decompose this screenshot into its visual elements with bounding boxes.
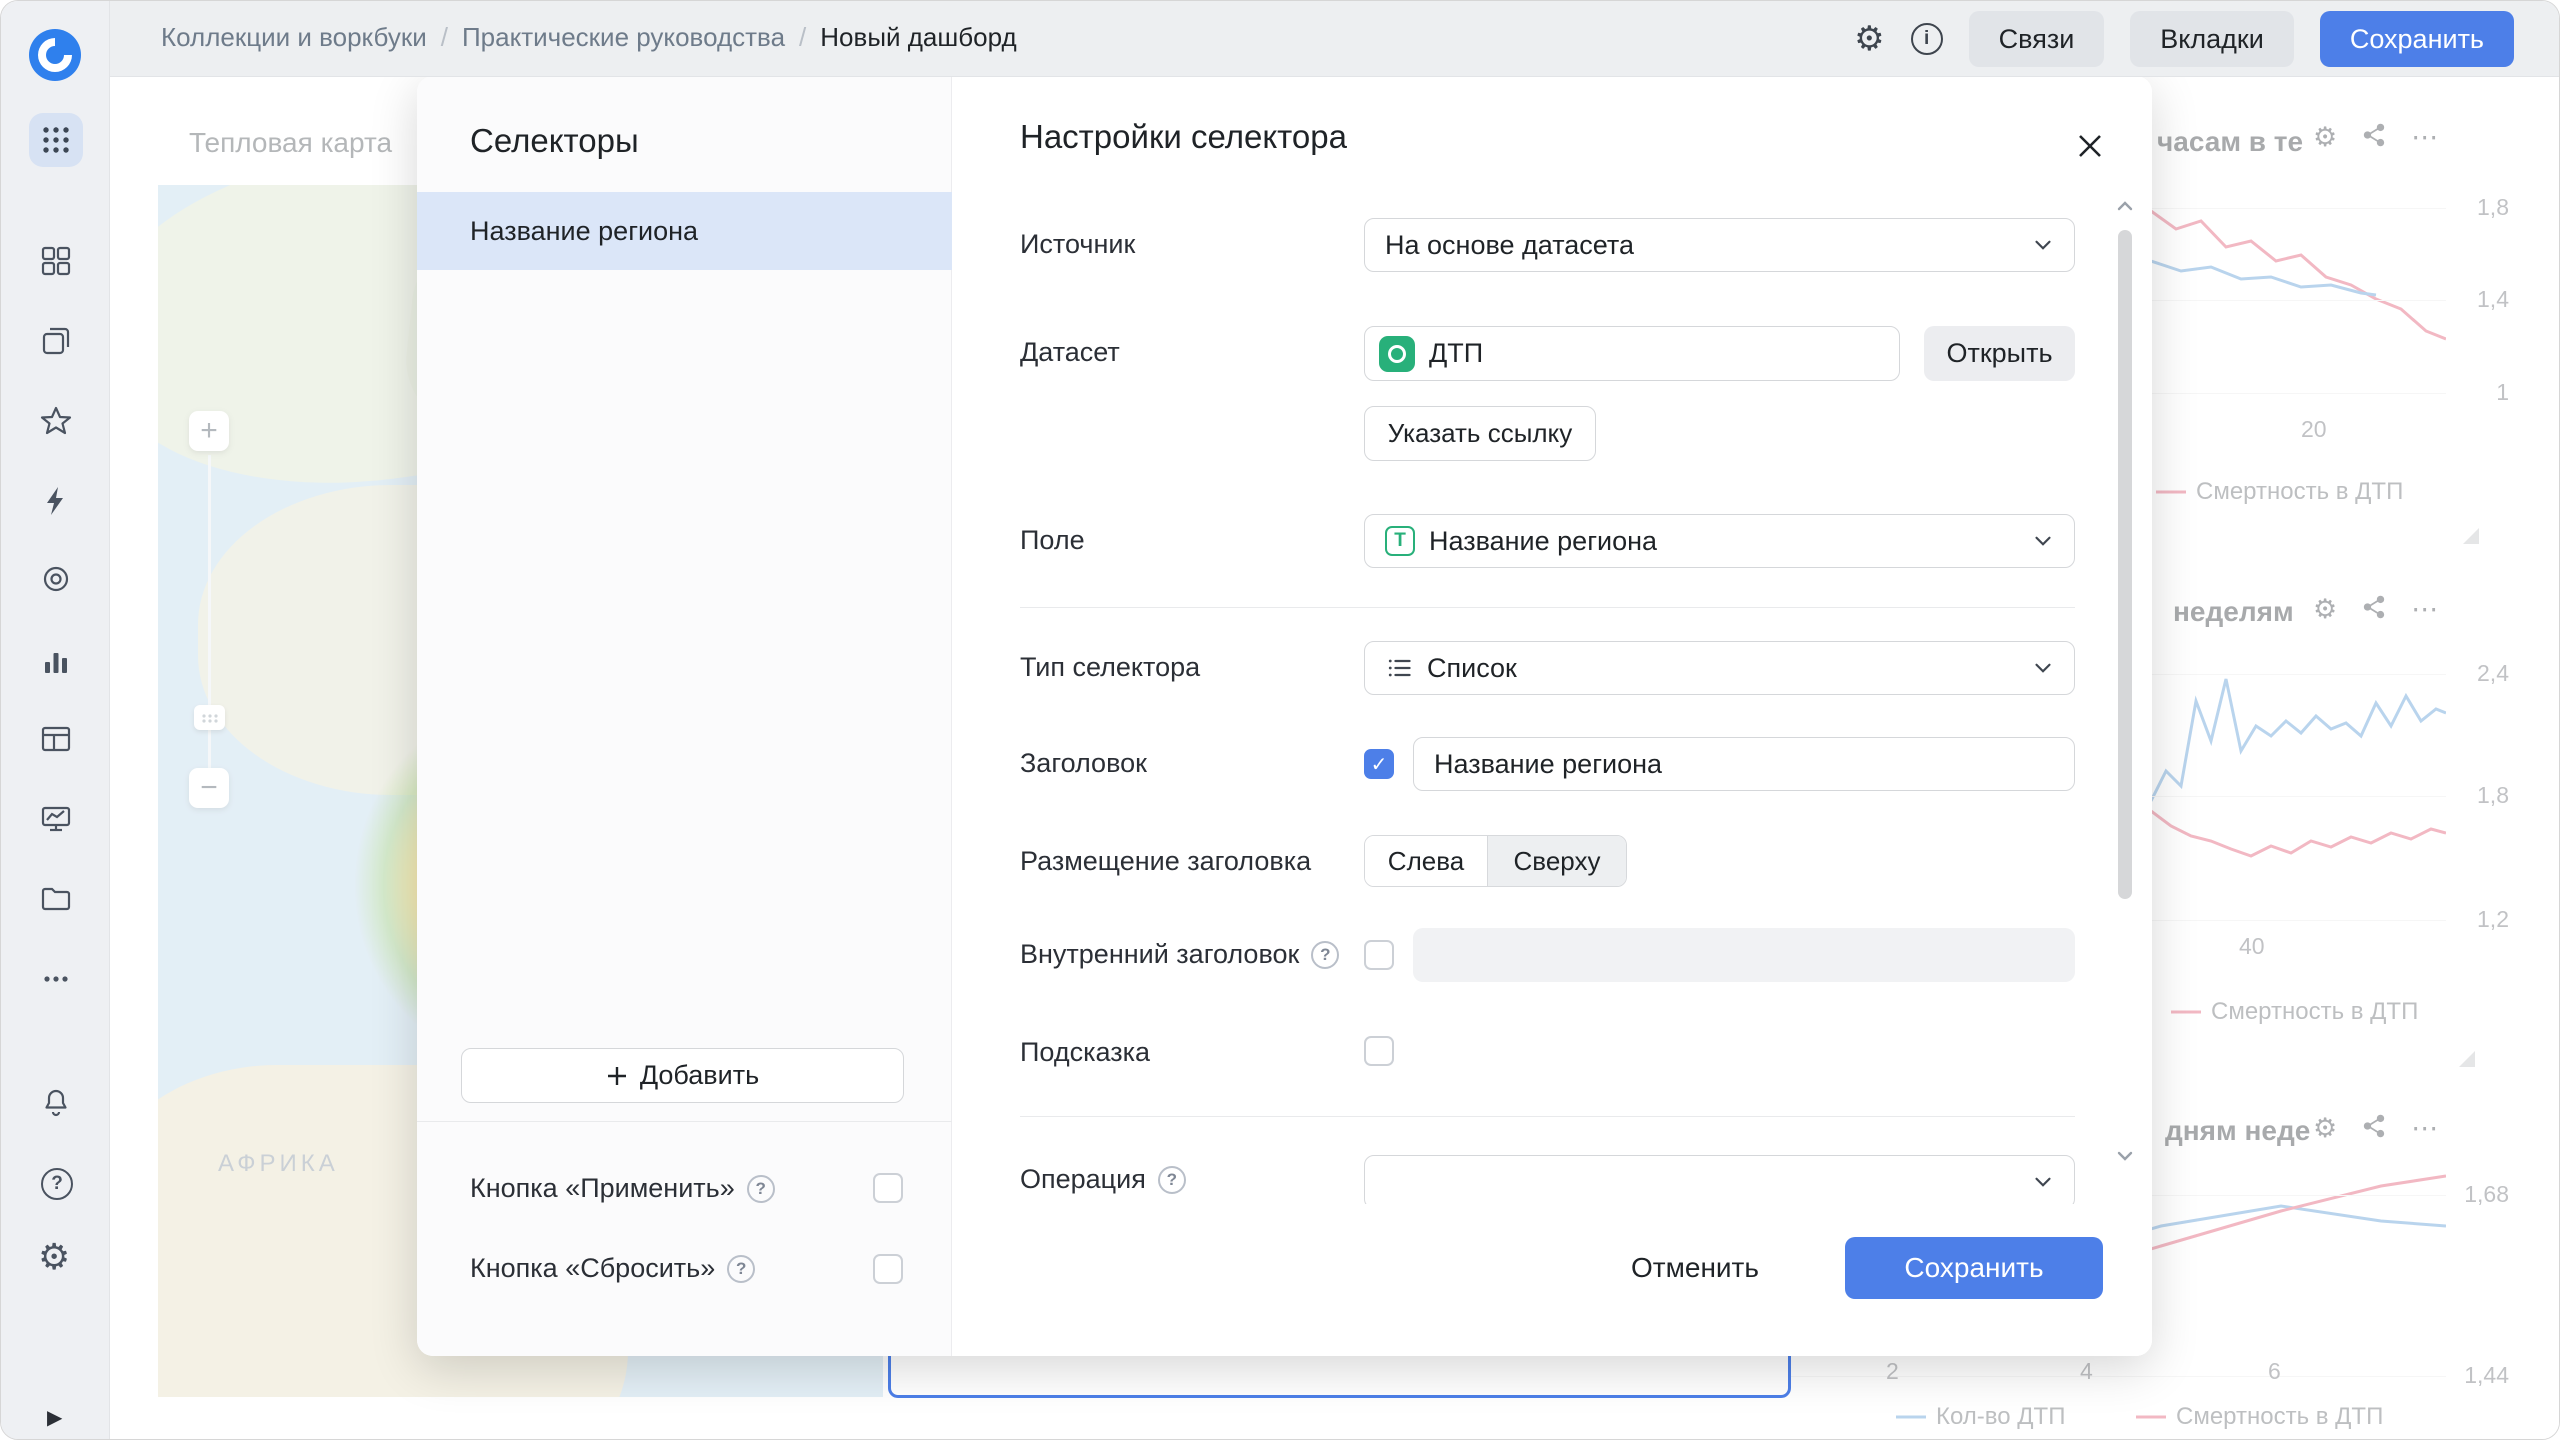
info-icon[interactable]: i — [1911, 23, 1943, 55]
divider — [1020, 607, 2075, 608]
title-input[interactable] — [1413, 737, 2075, 791]
chevron-down-icon — [2030, 1169, 2056, 1195]
breadcrumb-separator: / — [799, 22, 806, 53]
chevron-down-icon — [2030, 528, 2056, 554]
source-value: На основе датасета — [1385, 230, 2016, 261]
help-icon[interactable]: ? — [1158, 1166, 1186, 1194]
specify-link-button[interactable]: Указать ссылку — [1364, 406, 1596, 461]
breadcrumb-separator: / — [441, 22, 448, 53]
save-button[interactable]: Сохранить — [2320, 11, 2514, 67]
dataset-icon — [1379, 336, 1415, 372]
dataset-label: Датасет — [1020, 337, 1120, 368]
source-select[interactable]: На основе датасета — [1364, 218, 2075, 272]
dataset-name: ДТП — [1429, 338, 1483, 369]
list-icon — [1385, 654, 1413, 682]
settings-panel-title: Настройки селектора — [1020, 118, 1347, 156]
monitor-chart-icon[interactable] — [39, 802, 73, 836]
breadcrumb-collections[interactable]: Коллекции и воркбуки — [161, 22, 427, 53]
title-checkbox[interactable] — [1364, 749, 1394, 779]
inner-title-label: Внутренний заголовок ? — [1020, 939, 1339, 970]
operation-select[interactable] — [1364, 1155, 2075, 1209]
table-icon[interactable] — [39, 722, 73, 756]
scroll-down-icon[interactable] — [2113, 1144, 2137, 1168]
chevron-down-icon — [2030, 655, 2056, 681]
breadcrumb-guides[interactable]: Практические руководства — [462, 22, 785, 53]
selector-type-value: Список — [1427, 653, 2016, 684]
hint-checkbox[interactable] — [1364, 1036, 1394, 1066]
header: Коллекции и воркбуки / Практические руко… — [1, 1, 2560, 77]
breadcrumb: Коллекции и воркбуки / Практические руко… — [161, 22, 1017, 53]
more-dots-icon[interactable] — [39, 962, 73, 996]
operation-label: Операция ? — [1020, 1164, 1186, 1195]
settings-gear-icon[interactable]: ⚙ — [1854, 22, 1884, 56]
selector-type-select[interactable]: Список — [1364, 641, 2075, 695]
open-dataset-button[interactable]: Открыть — [1924, 326, 2075, 381]
field-select[interactable]: Т Название региона — [1364, 514, 2075, 568]
inner-title-input — [1413, 928, 2075, 982]
app-window: Коллекции и воркбуки / Практические руко… — [0, 0, 2560, 1440]
datalens-logo-icon[interactable] — [28, 28, 82, 82]
bell-icon[interactable] — [39, 1086, 73, 1120]
placement-segmented-control: Слева Сверху — [1364, 835, 1627, 887]
help-icon[interactable]: ? — [727, 1255, 755, 1283]
selector-type-label: Тип селектора — [1020, 652, 1200, 683]
field-label: Поле — [1020, 525, 1085, 556]
reset-button-checkbox[interactable] — [873, 1254, 903, 1284]
lens-target-icon[interactable] — [39, 562, 73, 596]
lightning-icon[interactable] — [39, 484, 73, 518]
reset-button-row-label: Кнопка «Сбросить» ? — [470, 1253, 755, 1284]
scroll-up-icon[interactable] — [2113, 194, 2137, 218]
placement-option-top[interactable]: Сверху — [1487, 836, 1626, 886]
folder-icon[interactable] — [39, 882, 73, 916]
inner-title-checkbox[interactable] — [1364, 940, 1394, 970]
help-icon[interactable]: ? — [41, 1168, 75, 1202]
relations-button[interactable]: Связи — [1969, 11, 2105, 67]
placement-option-left[interactable]: Слева — [1365, 836, 1487, 886]
dashboards-icon[interactable] — [39, 244, 73, 278]
selectors-panel: Селекторы Название региона Добавить Кноп… — [417, 76, 952, 1356]
apply-button-row-label: Кнопка «Применить» ? — [470, 1173, 775, 1204]
help-icon[interactable]: ? — [1311, 941, 1339, 969]
source-label: Источник — [1020, 229, 1135, 260]
divider — [1020, 1116, 2075, 1117]
placement-label: Размещение заголовка — [1020, 846, 1311, 877]
dialog-footer: Отменить Сохранить — [952, 1204, 2152, 1356]
tabs-button[interactable]: Вкладки — [2130, 11, 2294, 67]
selector-list-item[interactable]: Название региона — [417, 192, 952, 270]
breadcrumb-current-dashboard: Новый дашборд — [820, 22, 1016, 53]
divider — [417, 1121, 952, 1122]
add-selector-button[interactable]: Добавить — [461, 1048, 904, 1103]
header-actions: ⚙ i Связи Вкладки Сохранить — [1854, 1, 2514, 77]
chevron-down-icon — [2030, 232, 2056, 258]
selectors-dialog: Селекторы Название региона Добавить Кноп… — [417, 76, 2152, 1356]
app-grid-icon[interactable] — [29, 113, 83, 167]
dataset-field[interactable]: ДТП — [1364, 326, 1900, 381]
selectors-panel-title: Селекторы — [470, 122, 639, 160]
sidebar-settings-gear-icon[interactable]: ⚙ — [38, 1239, 72, 1273]
workbooks-layers-icon[interactable] — [39, 324, 73, 358]
add-selector-label: Добавить — [640, 1060, 759, 1091]
plus-icon — [606, 1065, 628, 1087]
bar-chart-icon[interactable] — [39, 644, 73, 678]
field-value: Название региона — [1429, 526, 2016, 557]
scrollbar-thumb[interactable] — [2118, 230, 2132, 899]
collapse-arrow-icon[interactable]: ▶ — [47, 1405, 71, 1429]
title-row-label: Заголовок — [1020, 748, 1147, 779]
selector-list-item-label: Название региона — [470, 216, 698, 247]
save-selector-button[interactable]: Сохранить — [1845, 1237, 2103, 1299]
close-icon[interactable] — [2072, 128, 2108, 164]
text-field-type-icon: Т — [1385, 526, 1415, 556]
hint-label: Подсказка — [1020, 1037, 1150, 1068]
apply-button-checkbox[interactable] — [873, 1173, 903, 1203]
sidebar: ? ⚙ ▶ — [1, 1, 110, 1440]
cancel-button[interactable]: Отменить — [1593, 1239, 1797, 1296]
selector-settings-panel: Настройки селектора Источник На основе д… — [952, 76, 2152, 1356]
favorites-star-icon[interactable] — [39, 404, 73, 438]
help-icon[interactable]: ? — [747, 1175, 775, 1203]
